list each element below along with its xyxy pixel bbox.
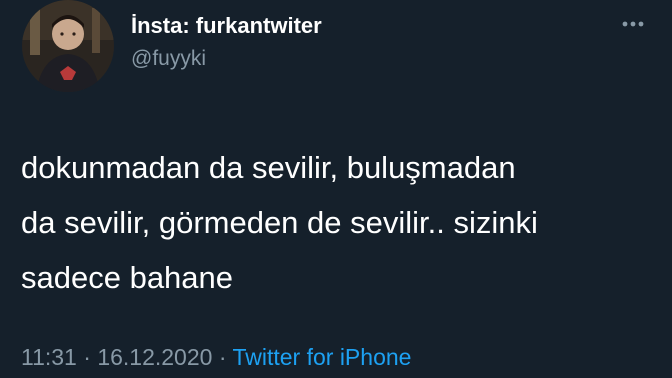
tweet-text-line: da sevilir, görmeden de sevilir.. sizink… — [21, 205, 538, 240]
tweet-time[interactable]: 11:31 — [21, 344, 77, 370]
tweet-text: dokunmadan da sevilir, buluşmadan da sev… — [21, 140, 661, 305]
tweet-card: İnsta: furkantwiter @fuyyki dokunmadan d… — [0, 0, 672, 378]
display-name[interactable]: İnsta: furkantwiter — [131, 13, 322, 39]
more-horizontal-icon — [622, 21, 644, 27]
more-options-button[interactable] — [619, 14, 649, 34]
meta-separator: · — [76, 344, 98, 370]
profile-photo-icon — [22, 0, 114, 92]
meta-separator: · — [212, 344, 233, 370]
tweet-meta: 11:31 · 16.12.2020 · Twitter for iPhone — [21, 344, 411, 371]
user-handle[interactable]: @fuyyki — [131, 47, 206, 71]
tweet-date[interactable]: 16.12.2020 — [97, 344, 212, 370]
tweet-source-link[interactable]: Twitter for iPhone — [232, 344, 411, 370]
tweet-text-line: dokunmadan da sevilir, buluşmadan — [21, 150, 516, 185]
tweet-text-line: sadece bahane — [21, 260, 234, 295]
avatar[interactable] — [22, 0, 114, 92]
